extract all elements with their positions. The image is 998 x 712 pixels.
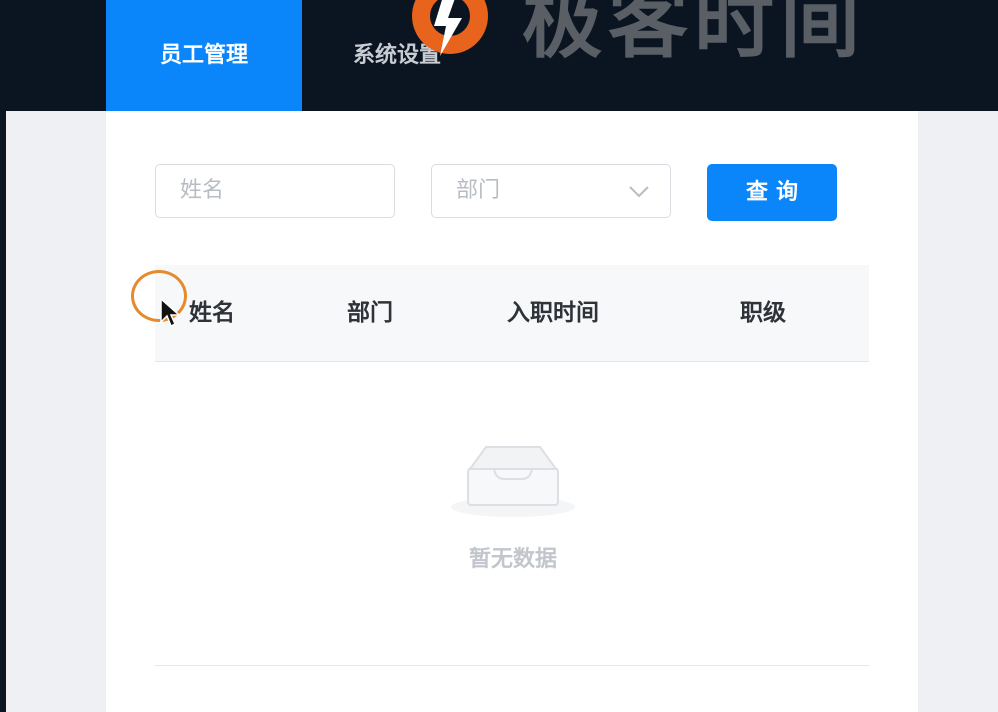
chevron-down-icon [629,186,649,198]
search-button[interactable]: 查询 [707,164,837,221]
table-bottom-border [155,665,869,666]
empty-inbox-icon [451,446,575,517]
table-header: 姓名 部门 入职时间 职级 [155,265,869,362]
empty-state-text: 暂无数据 [468,547,557,572]
brand-logo-icon [412,0,488,56]
column-header-level[interactable]: 职级 [740,265,786,362]
name-input[interactable]: 姓名 [155,164,395,218]
top-navbar: 员工管理 系统设置 极客时间 [0,0,998,111]
column-header-name[interactable]: 姓名 [189,265,235,362]
name-input-placeholder: 姓名 [180,178,225,203]
main-panel: 姓名 部门 查询 姓名 部门 入职时间 职级 暂无数据 [106,111,918,712]
department-select[interactable]: 部门 [431,164,671,218]
mouse-cursor-icon [160,298,180,328]
column-header-department[interactable]: 部门 [347,265,393,362]
tab-employee-management[interactable]: 员工管理 [106,0,302,111]
column-header-hire-date[interactable]: 入职时间 [507,265,599,362]
brand-watermark: 极客时间 [400,0,866,68]
department-select-placeholder: 部门 [456,178,501,203]
brand-text: 极客时间 [522,0,866,69]
